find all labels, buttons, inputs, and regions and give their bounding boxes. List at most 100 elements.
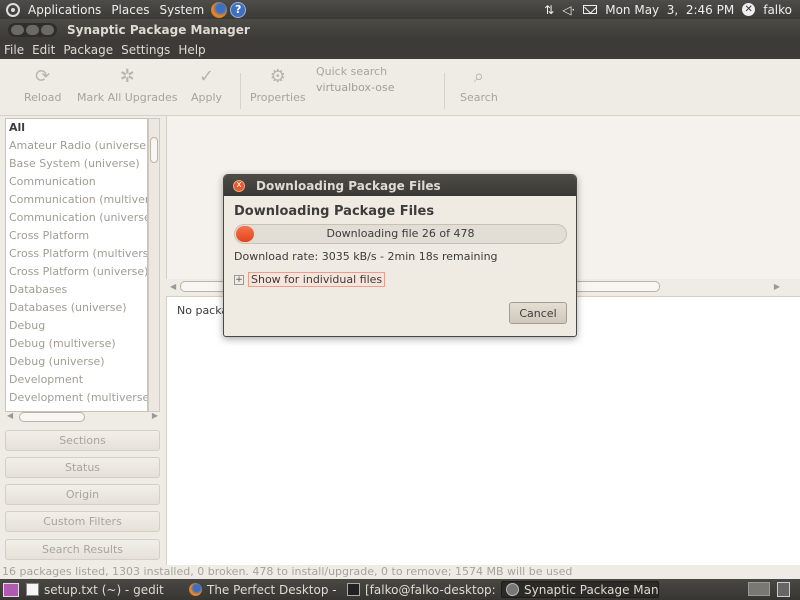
category-vertical-scrollbar[interactable] bbox=[148, 118, 160, 412]
origin-button[interactable]: Origin bbox=[5, 484, 160, 505]
category-item[interactable]: Debug (universe) bbox=[6, 353, 147, 371]
maximize-window-icon[interactable] bbox=[41, 25, 54, 35]
taskbar-item-synaptic[interactable]: Synaptic Package Mana... bbox=[501, 581, 659, 598]
power-icon[interactable]: ✕ bbox=[742, 3, 756, 16]
category-item[interactable]: Cross Platform bbox=[6, 227, 147, 245]
dialog-heading: Downloading Package Files bbox=[234, 204, 435, 219]
terminal-icon bbox=[347, 583, 360, 596]
menu-help[interactable]: Help bbox=[174, 43, 209, 57]
category-horizontal-scrollbar[interactable]: ◀ ▶ bbox=[5, 411, 160, 423]
download-dialog: x Downloading Package Files Downloading … bbox=[223, 174, 577, 337]
ubuntu-logo-icon[interactable] bbox=[6, 2, 20, 17]
download-progress-bar: Downloading file 26 of 478 bbox=[234, 224, 567, 244]
firefox-launcher-icon[interactable] bbox=[211, 1, 228, 18]
scroll-left-arrow-icon[interactable]: ◀ bbox=[170, 282, 176, 291]
menu-places[interactable]: Places bbox=[106, 3, 154, 17]
top-panel: Applications Places System ? ⇅ ◁· Mon Ma… bbox=[0, 0, 800, 19]
toolbar-separator bbox=[444, 73, 445, 109]
dialog-close-icon[interactable]: x bbox=[233, 179, 245, 192]
dialog-titlebar[interactable]: x Downloading Package Files bbox=[224, 175, 576, 196]
category-item[interactable]: Debug (multiverse) bbox=[6, 335, 147, 353]
clock[interactable]: Mon May 3, 2:46 PM bbox=[605, 3, 734, 17]
status-button[interactable]: Status bbox=[5, 457, 160, 478]
scroll-right-arrow-icon[interactable]: ▶ bbox=[152, 411, 158, 420]
taskbar-item-label: setup.txt (~) - gedit bbox=[44, 582, 164, 597]
menu-file[interactable]: File bbox=[0, 43, 28, 57]
menu-applications[interactable]: Applications bbox=[23, 3, 106, 17]
category-item[interactable]: Databases (universe) bbox=[6, 299, 147, 317]
category-item[interactable]: Communication (universe) bbox=[6, 209, 147, 227]
expander-label[interactable]: Show for individual files bbox=[248, 272, 386, 287]
window-titlebar[interactable]: Synaptic Package Manager bbox=[0, 19, 800, 41]
properties-label: Properties bbox=[250, 91, 306, 104]
category-item[interactable]: Databases bbox=[6, 281, 147, 299]
scrollbar-thumb[interactable] bbox=[19, 412, 85, 422]
category-item[interactable]: Cross Platform (universe) bbox=[6, 263, 147, 281]
apply-check-icon: ✓ bbox=[198, 66, 215, 87]
mail-icon[interactable] bbox=[583, 5, 598, 14]
category-item[interactable]: Communication (multiverse) bbox=[6, 191, 147, 209]
menu-package[interactable]: Package bbox=[59, 43, 117, 57]
reload-label: Reload bbox=[24, 91, 62, 104]
individual-files-expander[interactable]: + Show for individual files bbox=[234, 272, 386, 287]
gedit-icon bbox=[26, 583, 39, 596]
scrollbar-thumb[interactable] bbox=[150, 137, 158, 163]
mark-all-upgrades-label: Mark All Upgrades bbox=[77, 91, 178, 104]
menubar: File Edit Package Settings Help bbox=[0, 41, 800, 59]
taskbar-item-terminal[interactable]: [falko@falko-desktop: ~] bbox=[343, 581, 498, 598]
cancel-button[interactable]: Cancel bbox=[509, 302, 567, 324]
status-line: 16 packages listed, 1303 installed, 0 br… bbox=[0, 565, 800, 579]
taskbar-item-firefox[interactable]: The Perfect Desktop - ... bbox=[185, 581, 340, 598]
window-title: Synaptic Package Manager bbox=[67, 23, 250, 37]
search-label: Search bbox=[460, 91, 498, 104]
quick-search-input[interactable] bbox=[316, 79, 440, 95]
close-window-icon[interactable] bbox=[11, 25, 24, 35]
menu-edit[interactable]: Edit bbox=[28, 43, 59, 57]
scroll-right-arrow-icon[interactable]: ▶ bbox=[774, 282, 780, 291]
category-list[interactable]: All Amateur Radio (universe) Base System (… bbox=[5, 118, 148, 412]
minimize-window-icon[interactable] bbox=[26, 25, 39, 35]
workspace-switcher[interactable] bbox=[748, 582, 770, 596]
mark-upgrades-icon: ✲ bbox=[119, 66, 135, 87]
apply-button[interactable]: ✓ Apply bbox=[191, 66, 222, 105]
mark-all-upgrades-button[interactable]: ✲ Mark All Upgrades bbox=[77, 66, 178, 105]
category-item[interactable]: Debug bbox=[6, 317, 147, 335]
search-icon: ⌕ bbox=[473, 66, 484, 87]
taskbar-item-label: Synaptic Package Mana... bbox=[524, 582, 659, 597]
search-button[interactable]: ⌕ Search bbox=[460, 66, 498, 105]
help-icon[interactable]: ? bbox=[230, 1, 247, 18]
sections-button[interactable]: Sections bbox=[5, 430, 160, 451]
properties-icon: ⚙ bbox=[269, 66, 286, 87]
trash-icon[interactable] bbox=[777, 582, 790, 597]
category-item[interactable]: All bbox=[6, 119, 147, 137]
category-item[interactable]: Communication bbox=[6, 173, 147, 191]
category-item[interactable]: Cross Platform (multiverse) bbox=[6, 245, 147, 263]
bottom-taskbar: setup.txt (~) - gedit The Perfect Deskto… bbox=[0, 579, 800, 600]
menu-settings[interactable]: Settings bbox=[117, 43, 174, 57]
category-item[interactable]: Development (multiverse) bbox=[6, 389, 147, 407]
show-desktop-icon[interactable] bbox=[3, 582, 19, 597]
volume-icon[interactable]: ◁· bbox=[562, 3, 575, 17]
firefox-icon bbox=[189, 583, 202, 596]
properties-button[interactable]: ⚙ Properties bbox=[250, 66, 306, 105]
search-results-button[interactable]: Search Results bbox=[5, 539, 160, 560]
scroll-left-arrow-icon[interactable]: ◀ bbox=[7, 411, 13, 420]
expander-plus-icon[interactable]: + bbox=[234, 274, 244, 285]
custom-filters-button[interactable]: Custom Filters bbox=[5, 511, 160, 532]
user-name[interactable]: falko bbox=[763, 3, 792, 17]
progress-text: Downloading file 26 of 478 bbox=[326, 227, 475, 240]
quick-search-label: Quick search bbox=[316, 65, 388, 78]
taskbar-item-gedit[interactable]: setup.txt (~) - gedit bbox=[22, 581, 182, 598]
synaptic-icon bbox=[506, 583, 519, 596]
reload-button[interactable]: ⟳ Reload bbox=[24, 66, 62, 105]
reload-icon: ⟳ bbox=[35, 66, 51, 87]
taskbar-item-label: [falko@falko-desktop: ~] bbox=[365, 582, 498, 597]
menu-system[interactable]: System bbox=[154, 3, 209, 17]
toolbar-separator bbox=[240, 73, 241, 109]
category-item[interactable]: Amateur Radio (universe) bbox=[6, 137, 147, 155]
network-icon[interactable]: ⇅ bbox=[544, 3, 554, 17]
download-rate-text: Download rate: 3035 kB/s - 2min 18s rema… bbox=[234, 250, 498, 263]
category-item[interactable]: Development bbox=[6, 371, 147, 389]
category-item[interactable]: Base System (universe) bbox=[6, 155, 147, 173]
window-controls bbox=[8, 23, 57, 37]
